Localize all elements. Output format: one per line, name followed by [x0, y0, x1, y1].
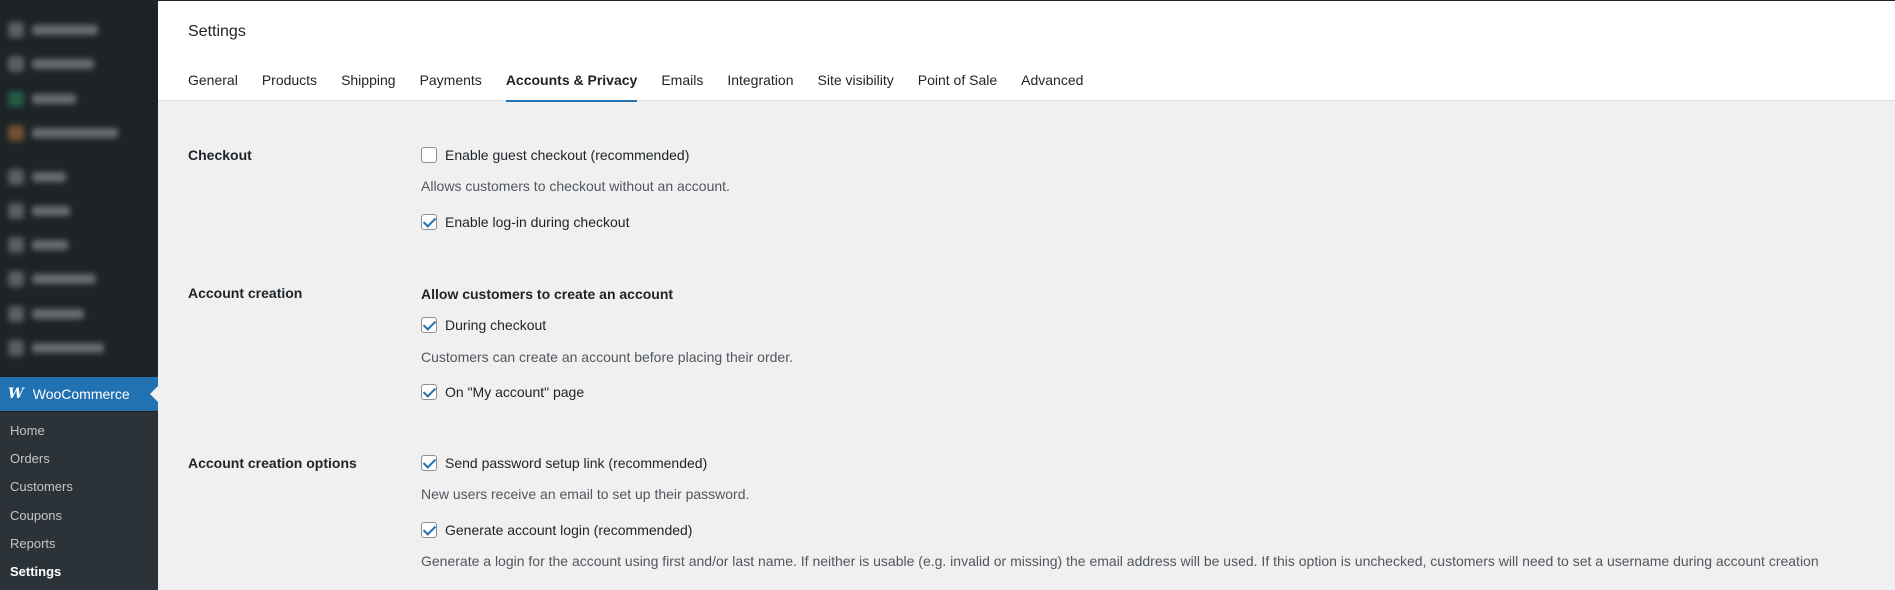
tab-general[interactable]: General	[188, 72, 238, 102]
my-account-checkbox[interactable]	[421, 384, 437, 400]
section-label-account-options: Account creation options	[188, 455, 357, 471]
option-label: Generate account login (recommended)	[445, 522, 693, 538]
current-menu-arrow-icon	[150, 386, 158, 402]
blurred-menu-item[interactable]	[8, 201, 148, 221]
login-checkout-checkbox[interactable]	[421, 214, 437, 230]
option-label: On "My account" page	[445, 384, 585, 400]
tab-point-of-sale[interactable]: Point of Sale	[918, 72, 997, 102]
sidebar-item-label: WooCommerce	[32, 386, 130, 402]
blurred-menu-item[interactable]	[8, 269, 148, 289]
guest-checkout-description: Allows customers to checkout without an …	[421, 178, 730, 194]
blurred-menu-item[interactable]	[8, 123, 148, 143]
tab-products[interactable]: Products	[262, 72, 317, 102]
option-label: Enable guest checkout (recommended)	[445, 147, 690, 163]
option-label: During checkout	[445, 317, 547, 333]
section-label-checkout: Checkout	[188, 147, 252, 163]
tab-emails[interactable]: Emails	[661, 72, 703, 102]
generate-login-option[interactable]: Generate account login (recommended)	[421, 522, 692, 538]
blurred-menu-item[interactable]	[8, 89, 148, 109]
generate-login-description: Generate a login for the account using f…	[421, 553, 1819, 569]
sidebar-item-woocommerce[interactable]: W WooCommerce	[0, 377, 158, 411]
during-checkout-checkbox[interactable]	[421, 317, 437, 333]
my-account-option[interactable]: On "My account" page	[421, 384, 584, 400]
admin-sidebar: W WooCommerce Home Orders Customers Coup…	[0, 0, 158, 590]
tab-advanced[interactable]: Advanced	[1021, 72, 1083, 102]
during-checkout-description: Customers can create an account before p…	[421, 349, 793, 365]
password-link-option[interactable]: Send password setup link (recommended)	[421, 455, 707, 471]
tab-integration[interactable]: Integration	[727, 72, 793, 102]
tab-payments[interactable]: Payments	[420, 72, 482, 102]
submenu-item-orders[interactable]: Orders	[10, 451, 50, 466]
account-creation-heading: Allow customers to create an account	[421, 286, 674, 302]
option-label: Enable log-in during checkout	[445, 214, 630, 230]
settings-tabs: General Products Shipping Payments Accou…	[188, 72, 1107, 102]
guest-checkout-option[interactable]: Enable guest checkout (recommended)	[421, 147, 689, 163]
woocommerce-logo-icon: W	[8, 386, 24, 402]
blurred-menu-item[interactable]	[8, 338, 148, 358]
submenu-item-customers[interactable]: Customers	[10, 479, 73, 494]
submenu-item-coupons[interactable]: Coupons	[10, 508, 62, 523]
tab-accounts-privacy[interactable]: Accounts & Privacy	[505, 72, 637, 102]
blurred-menu-item[interactable]	[8, 167, 148, 187]
blurred-menu-item[interactable]	[8, 20, 148, 40]
blurred-menu-item[interactable]	[8, 304, 148, 324]
page-title: Settings	[188, 23, 246, 40]
option-label: Send password setup link (recommended)	[445, 455, 708, 471]
login-checkout-option[interactable]: Enable log-in during checkout	[421, 214, 629, 230]
settings-header: Settings General Products Shipping Payme…	[158, 1, 1895, 102]
woocommerce-submenu: Home Orders Customers Coupons Reports Se…	[0, 412, 158, 590]
password-link-checkbox[interactable]	[421, 455, 437, 471]
guest-checkout-checkbox[interactable]	[421, 147, 437, 163]
generate-login-checkbox[interactable]	[421, 522, 437, 538]
submenu-item-home[interactable]: Home	[10, 423, 45, 438]
submenu-item-reports[interactable]: Reports	[10, 536, 56, 551]
tab-site-visibility[interactable]: Site visibility	[818, 72, 894, 102]
blurred-menu-item[interactable]	[8, 235, 148, 255]
blurred-menu-item[interactable]	[8, 54, 148, 74]
section-label-account-creation: Account creation	[188, 285, 303, 301]
password-link-description: New users receive an email to set up the…	[421, 486, 750, 502]
submenu-item-settings[interactable]: Settings	[10, 564, 61, 579]
tab-shipping[interactable]: Shipping	[341, 72, 396, 102]
during-checkout-option[interactable]: During checkout	[421, 317, 546, 333]
